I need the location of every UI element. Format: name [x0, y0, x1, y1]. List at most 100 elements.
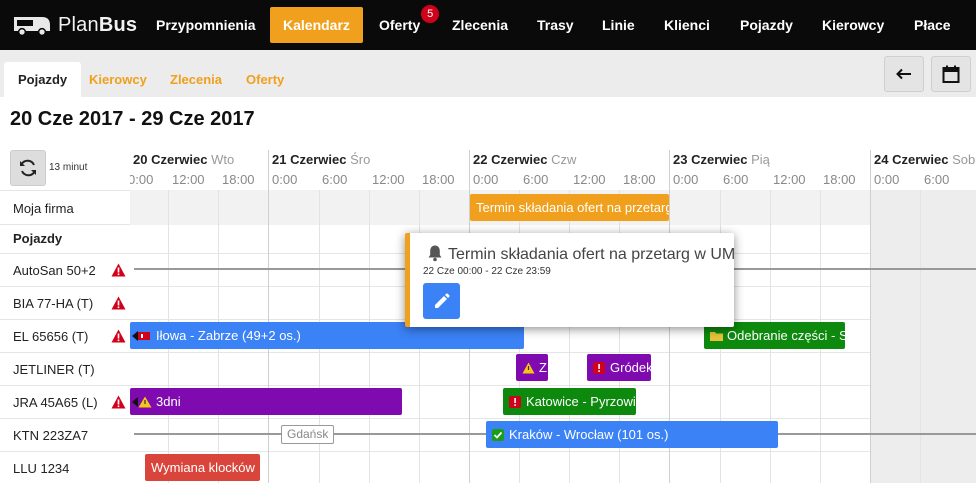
nav-klienci[interactable]: Klienci — [651, 7, 723, 43]
row-label-company: Moja firma — [13, 201, 74, 216]
hour-label: 0:00 — [673, 172, 699, 187]
row-label-vehicle[interactable]: BIA 77-HA (T) — [13, 296, 93, 311]
event-short[interactable]: Z — [516, 354, 548, 381]
hour-label: 12:00 — [372, 172, 405, 187]
day-header: 21 Czerwiec Śro — [272, 152, 370, 167]
hour-label: 12:00 — [172, 172, 205, 187]
brand-bus: Bus — [98, 13, 138, 36]
event-katowice[interactable]: Katowice - Pyrzowice — [503, 388, 636, 415]
hour-label: 6:00 — [924, 172, 950, 187]
pencil-icon — [434, 293, 450, 308]
hour-gridline — [920, 190, 921, 483]
tab-pojazdy[interactable]: Pojazdy — [4, 62, 82, 97]
alert-icon — [509, 396, 521, 408]
refresh-button[interactable] — [10, 150, 46, 186]
event-label: Gródek — [610, 360, 651, 375]
popover-title-row: Termin składania ofert na przetarg w UM — [426, 244, 735, 264]
hour-label: 6:00 — [723, 172, 749, 187]
hour-label: 6:00 — [322, 172, 348, 187]
event-label: Odebranie części - Sz — [727, 328, 845, 343]
day-weekday: Pią — [751, 152, 770, 167]
refresh-icon — [20, 159, 36, 177]
event-days[interactable]: 3dni — [130, 388, 402, 415]
event-grodek[interactable]: Gródek — [587, 354, 651, 381]
row-label-vehicle[interactable]: KTN 223ZA7 — [13, 428, 88, 443]
hour-label: 18:00 — [823, 172, 856, 187]
hour-label: 18:00 — [623, 172, 656, 187]
nav-przypomnienia[interactable]: Przypomnienia — [143, 7, 269, 43]
folder-icon — [710, 332, 723, 341]
popover-title: Termin składania ofert na przetarg w UM — [448, 246, 736, 263]
nav-zlecenia[interactable]: Zlecenia — [439, 7, 521, 43]
row-label-vehicle[interactable]: JETLINER (T) — [13, 362, 95, 377]
back-button[interactable] — [884, 56, 924, 92]
day-weekday: Wto — [211, 152, 235, 167]
event-label: Kraków - Wrocław (101 os.) — [509, 427, 669, 442]
planbus-logo[interactable]: PlanBus — [12, 12, 137, 38]
day-weekday: Śro — [350, 152, 371, 167]
calendar-button[interactable] — [931, 56, 971, 92]
day-header: 23 Czerwiec Pią — [673, 152, 770, 167]
top-navbar: PlanBus Przypomnienia Kalendarz Oferty 5 … — [0, 0, 976, 50]
arrow-left-icon — [896, 68, 911, 80]
hour-label: 6:00 — [523, 172, 549, 187]
row-label-vehicle[interactable]: EL 65656 (T) — [13, 329, 88, 344]
day-header: 22 Czerwiec Czw — [473, 152, 576, 167]
weekend-shade — [870, 190, 976, 483]
bus-logo-icon — [14, 17, 50, 36]
alert-icon — [593, 362, 605, 374]
nav-place[interactable]: Płace — [901, 7, 964, 43]
event-popover: Termin składania ofert na przetarg w UM … — [405, 233, 735, 327]
event-label: Katowice - Pyrzowice — [526, 394, 636, 409]
hour-label: 18:00 — [422, 172, 455, 187]
hour-label: 0:00 — [130, 172, 154, 187]
nav-trasy[interactable]: Trasy — [524, 7, 587, 43]
tab-kierowcy[interactable]: Kierowcy — [75, 62, 161, 97]
event-tag-gdansk[interactable]: Gdańsk — [281, 425, 335, 444]
warning-icon[interactable] — [111, 395, 126, 409]
event-deadline[interactable]: Termin składania ofert na przetarg w UM — [470, 194, 669, 221]
day-date: 22 Czerwiec — [473, 152, 548, 167]
event-service[interactable]: Wymiana klocków — [145, 454, 260, 481]
event-trip-krakow[interactable]: Kraków - Wrocław (101 os.) — [486, 421, 778, 448]
hour-label: 0:00 — [272, 172, 298, 187]
row-label-vehicle[interactable]: JRA 45A65 (L) — [13, 395, 98, 410]
event-label: Z — [539, 360, 547, 375]
bell-icon — [428, 245, 442, 262]
day-date: 20 Czerwiec — [133, 152, 208, 167]
hour-label: 12:00 — [573, 172, 606, 187]
warning-icon[interactable] — [111, 263, 126, 277]
day-date: 24 Czerwiec — [874, 152, 949, 167]
nav-oferty[interactable]: Oferty 5 — [366, 5, 440, 43]
warning-icon[interactable] — [111, 329, 126, 343]
hour-label: 0:00 — [874, 172, 900, 187]
nav-kierowcy[interactable]: Kierowcy — [809, 7, 897, 43]
tab-oferty[interactable]: Oferty — [232, 62, 298, 97]
nav-linie[interactable]: Linie — [589, 7, 648, 43]
row-label-vehicle[interactable]: AutoSan 50+2 — [13, 263, 96, 278]
nav-kalendarz[interactable]: Kalendarz — [270, 7, 363, 43]
route-arrow-icon — [132, 396, 152, 408]
check-icon — [492, 429, 504, 441]
row-label-vehicle[interactable]: LLU 1234 — [13, 461, 69, 476]
nav-oferty-label: Oferty — [379, 17, 421, 33]
nav-pojazdy[interactable]: Pojazdy — [727, 7, 806, 43]
day-header: 20 Czerwiec Wto — [133, 152, 234, 167]
event-label: 3dni — [156, 394, 181, 409]
last-updated-label: 13 minut — [49, 162, 88, 173]
warning-icon — [522, 362, 535, 374]
brand-plan: Plan — [58, 13, 99, 36]
route-arrow-icon — [132, 331, 150, 341]
day-weekday: Sob — [952, 152, 976, 167]
hour-label: 12:00 — [773, 172, 806, 187]
popover-dates: 22 Cze 00:00 - 22 Cze 23:59 — [423, 266, 551, 277]
tab-zlecenia[interactable]: Zlecenia — [156, 62, 236, 97]
hour-label: 0:00 — [473, 172, 499, 187]
date-range-title: 20 Cze 2017 - 29 Cze 2017 — [10, 108, 255, 130]
day-weekday: Czw — [551, 152, 577, 167]
day-date: 21 Czerwiec — [272, 152, 347, 167]
edit-button[interactable] — [423, 283, 460, 319]
event-label: Iłowa - Zabrze (49+2 os.) — [156, 328, 301, 343]
warning-icon[interactable] — [111, 296, 126, 310]
calendar-icon — [942, 65, 960, 83]
